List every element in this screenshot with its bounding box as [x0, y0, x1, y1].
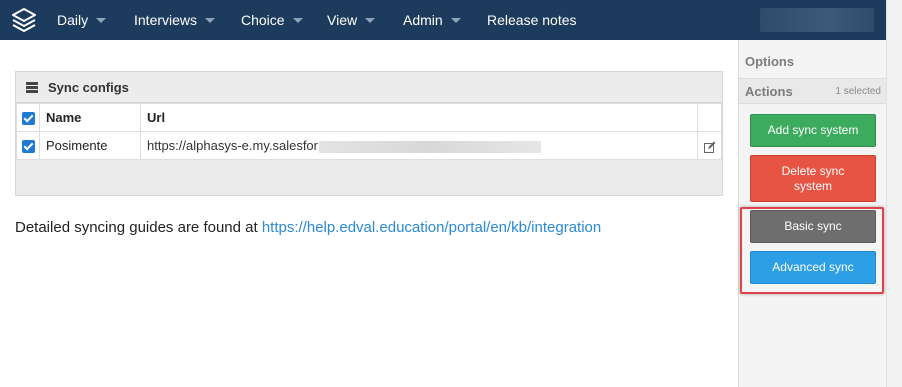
nav-choice-label: Choice: [241, 12, 285, 28]
nav-daily-label: Daily: [57, 12, 89, 28]
panel-title: Sync configs: [48, 80, 129, 95]
table-row[interactable]: Posimente https://alphasys-e.my.salesfor: [16, 131, 722, 160]
select-all-checkbox[interactable]: [21, 112, 35, 126]
page-scrollbar[interactable]: [886, 0, 902, 387]
guide-prefix: Detailed syncing guides are found at: [15, 219, 262, 236]
nav-release-notes-label: Release notes: [487, 12, 577, 28]
table-header-row: Name Url: [16, 103, 722, 132]
options-title: Options: [745, 54, 795, 69]
url-redaction: [319, 140, 541, 153]
nav-release-notes[interactable]: Release notes: [487, 0, 577, 40]
chevron-down-icon: [365, 17, 376, 23]
row-url: https://alphasys-e.my.salesfor: [140, 131, 698, 160]
nav-interviews[interactable]: Interviews: [134, 0, 216, 40]
selected-count: 1 selected: [835, 86, 881, 97]
column-header-actions: [697, 103, 722, 132]
add-sync-system-button[interactable]: Add sync system: [750, 114, 876, 147]
sync-configs-panel: Sync configs Name Url Posimente https://…: [15, 71, 723, 196]
nav-choice[interactable]: Choice: [241, 0, 303, 40]
edit-icon[interactable]: [703, 141, 716, 153]
nav-daily[interactable]: Daily: [57, 0, 107, 40]
nav-view-label: View: [327, 12, 358, 28]
nav-admin[interactable]: Admin: [403, 0, 461, 40]
guide-text: Detailed syncing guides are found at htt…: [15, 219, 601, 236]
nav-interviews-label: Interviews: [134, 12, 198, 28]
column-header-name[interactable]: Name: [39, 103, 141, 132]
chevron-down-icon: [96, 17, 107, 23]
logo-icon[interactable]: [10, 6, 38, 34]
row-checkbox[interactable]: [21, 140, 35, 154]
top-navbar: Daily Interviews Choice View Admin Relea…: [0, 0, 886, 40]
user-menu-redacted[interactable]: [760, 8, 874, 32]
panel-header: Sync configs: [16, 72, 722, 103]
row-edit-cell: [697, 131, 722, 160]
row-select-cell: [16, 131, 40, 160]
column-header-url[interactable]: Url: [140, 103, 698, 132]
chevron-down-icon: [292, 17, 303, 23]
row-name: Posimente: [39, 131, 141, 160]
server-icon: [26, 82, 38, 93]
actions-label: Actions: [745, 84, 793, 99]
guide-link[interactable]: https://help.edval.education/portal/en/k…: [262, 219, 601, 236]
highlight-box: [740, 207, 884, 294]
actions-section-header: Actions 1 selected: [739, 78, 887, 104]
sync-configs-table: Name Url Posimente https://alphasys-e.my…: [16, 103, 722, 160]
chevron-down-icon: [205, 17, 216, 23]
select-all-cell: [16, 103, 40, 132]
nav-view[interactable]: View: [327, 0, 376, 40]
delete-sync-system-button[interactable]: Delete sync system: [750, 155, 876, 202]
row-url-text: https://alphasys-e.my.salesfor: [147, 138, 318, 153]
nav-admin-label: Admin: [403, 12, 443, 28]
chevron-down-icon: [450, 17, 461, 23]
